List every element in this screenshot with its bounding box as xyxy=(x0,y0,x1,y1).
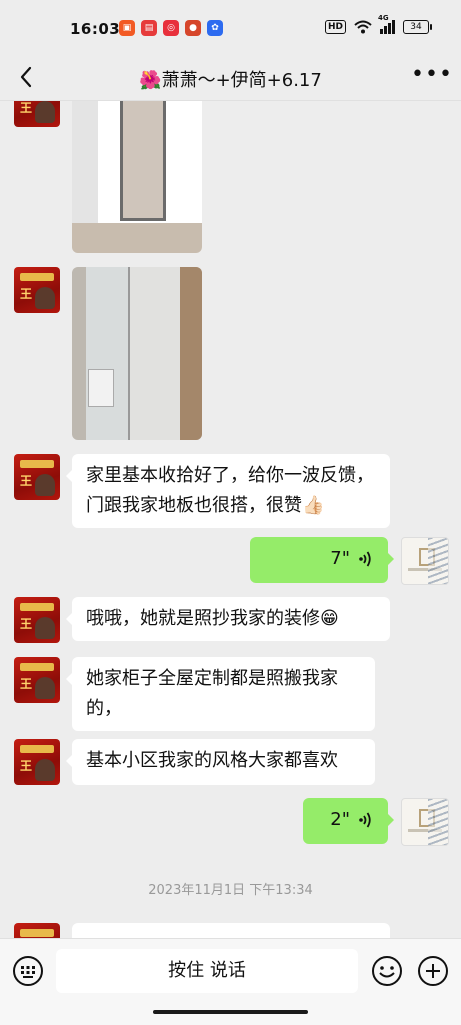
chat-title: 🌺萧萧～+伊简+6.17 xyxy=(0,66,461,92)
keyboard-icon xyxy=(13,956,43,986)
chat-title-text: 萧萧～+伊简+6.17 xyxy=(161,70,322,91)
status-time: 16:03 xyxy=(70,20,121,38)
contact-avatar[interactable]: 王 xyxy=(14,657,60,703)
emoji-icon xyxy=(372,956,402,986)
floor-shape xyxy=(72,223,202,253)
contact-avatar[interactable]: 王 xyxy=(14,267,60,313)
hd-badge: HD xyxy=(324,20,346,34)
pinduoduo-app-icon: ◎ xyxy=(163,20,179,36)
my-avatar[interactable] xyxy=(401,798,449,846)
voice-wave-icon xyxy=(359,551,371,567)
voice-duration: 2" xyxy=(330,809,350,830)
calendar-app-icon: ▣ xyxy=(119,20,135,36)
shopping-app-icon: ▤ xyxy=(141,20,157,36)
hibiscus-emoji: 🌺 xyxy=(139,70,162,91)
glass-door-photo[interactable] xyxy=(72,267,202,440)
voice-content: 2" xyxy=(317,805,374,835)
wall-shape xyxy=(180,267,202,440)
voice-message[interactable]: 2" xyxy=(303,798,394,844)
door-photo[interactable] xyxy=(72,101,202,253)
plus-icon xyxy=(418,956,448,986)
signal-icon: 4G xyxy=(378,14,395,34)
voice-wave-icon xyxy=(359,812,371,828)
more-options-button[interactable]: ••• xyxy=(411,62,452,92)
keyboard-toggle-button[interactable] xyxy=(12,955,44,987)
contact-avatar[interactable]: 王 xyxy=(14,923,60,938)
chat-header: 🌺萧萧～+伊简+6.17 ••• xyxy=(0,56,461,101)
baidu-app-icon: ✿ xyxy=(207,20,223,36)
message-timestamp: 2023年11月1日 下午13:34 xyxy=(148,883,313,898)
glass-door-shape xyxy=(128,267,184,440)
battery-icon: 34 xyxy=(403,20,432,34)
contact-avatar[interactable]: 王 xyxy=(14,101,60,127)
door-shape xyxy=(120,101,166,221)
home-indicator[interactable] xyxy=(153,1010,308,1014)
emoji-button[interactable] xyxy=(371,955,403,987)
my-avatar[interactable] xyxy=(401,537,449,585)
camera-app-icon: ● xyxy=(185,20,201,36)
message-bubble-partial[interactable] xyxy=(72,923,390,938)
message-bubble[interactable]: 哦哦，她就是照抄我家的装修😁 xyxy=(66,597,390,641)
voice-content: 7" xyxy=(264,544,374,574)
hold-to-talk-button[interactable]: 按住 说话 xyxy=(56,949,358,993)
notification-icons: ▣ ▤ ◎ ● ✿ xyxy=(119,20,223,36)
more-functions-button[interactable] xyxy=(417,955,449,987)
voice-message[interactable]: 7" xyxy=(250,537,394,583)
contact-avatar[interactable]: 王 xyxy=(14,739,60,785)
status-bar: 16:03 ▣ ▤ ◎ ● ✿ HD 4G 34 xyxy=(0,0,461,56)
network-type: 4G xyxy=(378,14,389,22)
contact-avatar[interactable]: 王 xyxy=(14,454,60,500)
contact-avatar[interactable]: 王 xyxy=(14,597,60,643)
message-bubble[interactable]: 基本小区我家的风格大家都喜欢 xyxy=(66,739,375,785)
sink-shape xyxy=(88,369,114,407)
voice-duration: 7" xyxy=(330,548,350,569)
message-list[interactable]: 王 王 王 家里基本收拾好了，给你一波反馈，门跟我家地板也很搭，很赞👍🏻 7" xyxy=(0,101,461,938)
message-bubble[interactable]: 她家柜子全屋定制都是照搬我家的， xyxy=(66,657,375,731)
system-indicators: HD 4G 34 xyxy=(324,14,432,34)
wifi-icon xyxy=(354,20,372,34)
message-bubble[interactable]: 家里基本收拾好了，给你一波反馈，门跟我家地板也很搭，很赞👍🏻 xyxy=(66,454,390,528)
more-dots-icon: ••• xyxy=(411,62,453,87)
